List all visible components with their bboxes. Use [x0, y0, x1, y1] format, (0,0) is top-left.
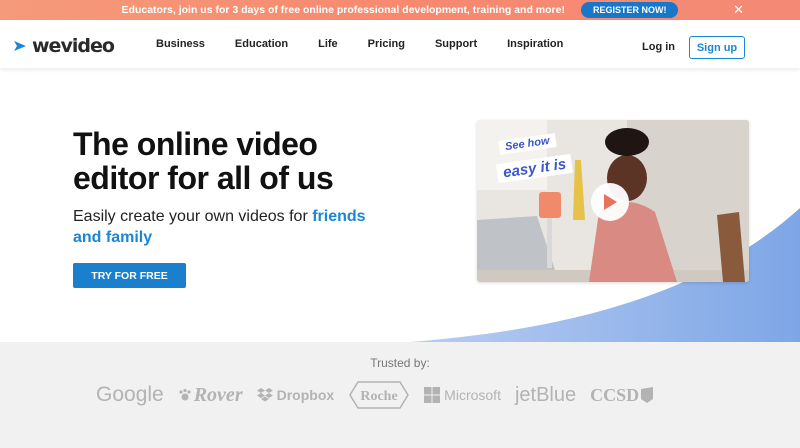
play-icon[interactable] — [591, 183, 629, 221]
ccsd-emblem-icon — [641, 387, 654, 403]
logo-text: wevideo — [32, 35, 115, 57]
roche-hexagon: Roche — [349, 381, 410, 409]
brand-logos: Google Rover Dropbox Roche Microsoft jet… — [96, 380, 667, 410]
try-for-free-button[interactable]: TRY FOR FREE — [73, 263, 186, 288]
hero-section: The online video editor for all of us Ea… — [0, 68, 800, 342]
nav-link-pricing[interactable]: Pricing — [368, 38, 405, 50]
trusted-by-section: Trusted by: Google Rover Dropbox Roche M… — [0, 342, 800, 448]
promo-text: Educators, join us for 3 days of free on… — [121, 4, 565, 16]
logo[interactable]: wevideo — [12, 35, 115, 57]
rover-logo: Rover — [178, 384, 243, 407]
google-logo: Google — [96, 383, 164, 406]
trusted-by-label: Trusted by: — [370, 356, 430, 370]
dropbox-logo: Dropbox — [256, 387, 335, 403]
hero-subtitle-text: Easily create your own videos for — [73, 208, 313, 225]
microsoft-icon — [424, 387, 441, 403]
top-nav: wevideo Business Education Life Pricing … — [0, 20, 800, 68]
roche-logo: Roche — [348, 380, 410, 410]
ccsd-logo-text: CCSD — [590, 384, 640, 405]
ccsd-logo: CCSD — [590, 384, 654, 406]
paw-icon — [179, 388, 191, 401]
roche-logo-text: Roche — [361, 389, 398, 404]
nav-link-business[interactable]: Business — [156, 38, 205, 50]
rover-logo-text: Rover — [193, 383, 243, 406]
nav-link-support[interactable]: Support — [435, 38, 477, 50]
logo-play-icon — [14, 41, 26, 51]
hero-subtitle: Easily create your own videos for friend… — [73, 206, 373, 248]
dropbox-logo-text: Dropbox — [276, 387, 335, 403]
nav-link-inspiration[interactable]: Inspiration — [507, 38, 563, 50]
signup-button[interactable]: Sign up — [689, 36, 745, 59]
dropbox-icon — [256, 388, 273, 402]
nav-link-life[interactable]: Life — [318, 38, 338, 50]
nav-link-education[interactable]: Education — [235, 38, 288, 50]
microsoft-logo-text: Microsoft — [444, 387, 501, 403]
register-now-button[interactable]: REGISTER NOW! — [580, 2, 679, 18]
close-icon[interactable]: ✕ — [733, 2, 744, 18]
login-link[interactable]: Log in — [642, 41, 675, 53]
hero-title: The online video editor for all of us — [73, 126, 334, 196]
play-triangle-icon — [604, 194, 617, 210]
jetblue-logo: jetBlue — [514, 383, 577, 406]
nav-links: Business Education Life Pricing Support … — [156, 20, 593, 68]
microsoft-logo: Microsoft — [424, 387, 501, 403]
promo-banner: Educators, join us for 3 days of free on… — [0, 0, 800, 20]
video-thumbnail[interactable]: See how easy it is — [477, 120, 749, 282]
